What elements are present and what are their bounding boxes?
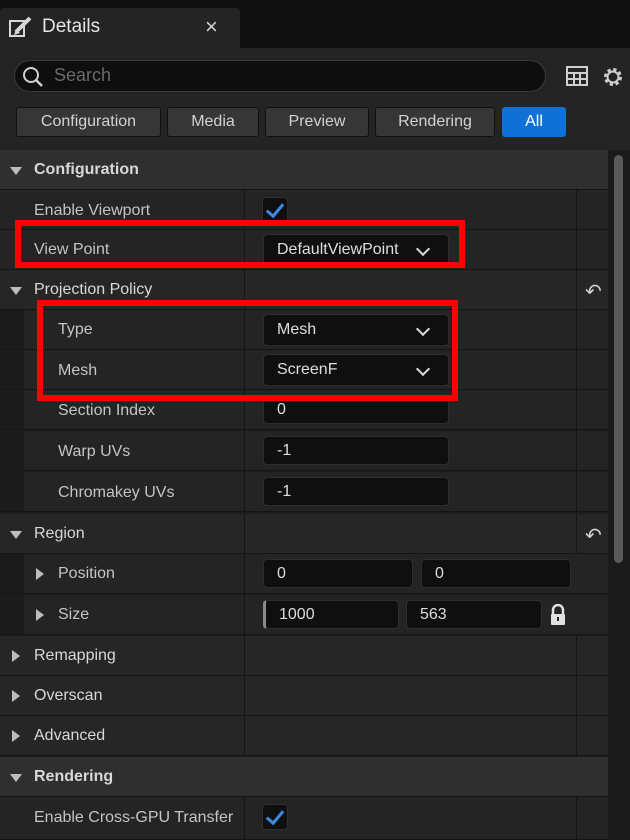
expand-arrow-icon[interactable] [12, 690, 20, 702]
details-tab[interactable] [0, 8, 240, 48]
checkmark-icon [265, 805, 285, 826]
tab-title: Details [42, 16, 101, 37]
category-region[interactable]: Region ↶ [0, 514, 608, 554]
filter-rendering[interactable]: Rendering [375, 107, 495, 137]
row-enable-cross-gpu-transfer: Enable Cross-GPU Transfer [0, 797, 608, 840]
gear-icon[interactable] [600, 64, 626, 90]
cross-gpu-transfer-checkbox[interactable] [262, 804, 288, 830]
category-label: Region [34, 525, 85, 542]
row-position: Position 0 0 [0, 554, 608, 594]
category-advanced[interactable]: Advanced [0, 716, 608, 756]
property-label: Position [58, 565, 115, 582]
position-x-input[interactable]: 0 [263, 559, 413, 588]
category-label: Rendering [34, 768, 114, 785]
expand-arrow-icon[interactable] [12, 730, 20, 742]
table-icon[interactable] [566, 66, 588, 86]
category-label: Projection Policy [34, 281, 153, 298]
property-label: Section Index [58, 402, 155, 419]
property-label: Enable Viewport [34, 202, 151, 219]
highlight-box-type-mesh [37, 300, 458, 401]
property-label: Warp UVs [58, 443, 131, 460]
category-remapping[interactable]: Remapping [0, 636, 608, 676]
position-y-input[interactable]: 0 [421, 559, 571, 588]
chromakey-uvs-input[interactable]: -1 [263, 477, 449, 506]
search-icon [23, 67, 43, 87]
property-label: Enable Cross-GPU Transfer [34, 809, 234, 826]
property-label: Size [58, 606, 90, 623]
filter-configuration[interactable]: Configuration [16, 107, 161, 137]
row-size: Size 1000 563 [0, 595, 608, 635]
category-configuration[interactable]: Configuration [0, 150, 608, 190]
expand-arrow-icon[interactable] [10, 531, 22, 539]
expand-arrow-icon[interactable] [36, 609, 44, 621]
property-label: Chromakey UVs [58, 484, 175, 501]
scrollbar-thumb[interactable] [614, 155, 623, 563]
expand-arrow-icon[interactable] [10, 167, 22, 175]
reset-to-default-icon[interactable]: ↶ [585, 279, 602, 304]
category-label: Advanced [34, 727, 106, 744]
lock-icon[interactable] [549, 604, 567, 626]
expand-arrow-icon[interactable] [12, 650, 20, 662]
category-rendering[interactable]: Rendering [0, 757, 608, 797]
row-chromakey-uvs: Chromakey UVs -1 [0, 472, 608, 512]
pencil-icon [9, 16, 32, 37]
row-warp-uvs: Warp UVs -1 [0, 431, 608, 471]
filter-preview[interactable]: Preview [265, 107, 369, 137]
checkmark-icon [265, 198, 285, 219]
expand-arrow-icon[interactable] [10, 774, 22, 782]
category-label: Configuration [34, 161, 139, 178]
highlight-box-view-point [15, 220, 465, 268]
expand-arrow-icon[interactable] [36, 568, 44, 580]
close-icon[interactable]: × [205, 14, 218, 40]
reset-to-default-icon[interactable]: ↶ [585, 523, 602, 548]
warp-uvs-input[interactable]: -1 [263, 436, 449, 465]
category-label: Overscan [34, 687, 103, 704]
expand-arrow-icon[interactable] [10, 287, 22, 295]
category-label: Remapping [34, 647, 116, 664]
size-width-input[interactable]: 1000 [263, 600, 399, 629]
search-placeholder: Search [54, 65, 112, 85]
category-overscan[interactable]: Overscan [0, 676, 608, 716]
filter-media[interactable]: Media [167, 107, 259, 137]
size-height-input[interactable]: 563 [406, 600, 542, 629]
filter-all[interactable]: All [502, 107, 566, 137]
